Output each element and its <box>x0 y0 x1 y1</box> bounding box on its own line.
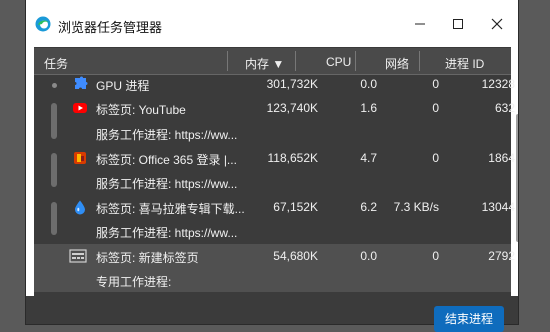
end-process-button[interactable]: 结束进程 <box>434 306 504 332</box>
column-header-pid[interactable]: 进程 ID <box>445 55 484 72</box>
vertical-scrollbar[interactable] <box>514 96 518 324</box>
table-row[interactable]: 标签页: 新建标签页 54,680K 0.0 0 2792 <box>34 244 515 268</box>
pid-value: 13044 <box>481 200 515 214</box>
column-divider[interactable] <box>295 51 296 71</box>
network-value: 7.3 KB/s <box>393 200 439 214</box>
task-name: 服务工作进程: https://ww... <box>96 226 238 240</box>
task-name: 服务工作进程: https://ww... <box>96 177 238 191</box>
office-icon <box>74 152 86 164</box>
table-row[interactable]: GPU 进程 301,732K 0.0 0 12328 <box>34 72 515 96</box>
column-header-task[interactable]: 任务 <box>44 55 68 72</box>
task-name: 标签页: Office 365 登录 |... <box>96 153 237 167</box>
pid-value: 1864 <box>488 151 515 165</box>
close-icon <box>491 18 503 30</box>
memory-value: 301,732K <box>266 77 318 91</box>
minimize-icon <box>415 23 425 25</box>
cpu-value: 0.0 <box>360 249 377 263</box>
memory-value: 54,680K <box>273 249 318 263</box>
process-table: 任务 内存 ▼ CPU 网络 进程 ID GPU 进程 301,732K 0.0… <box>34 47 518 324</box>
pid-value: 12328 <box>481 77 515 91</box>
maximize-button[interactable] <box>443 11 473 37</box>
table-row[interactable]: 服务工作进程: https://ww... <box>34 219 511 243</box>
new-tab-icon <box>69 249 87 263</box>
pid-value: 632 <box>494 101 515 115</box>
column-divider[interactable] <box>419 51 420 71</box>
table-row[interactable]: 标签页: YouTube 123,740K 1.6 0 632 <box>34 96 515 120</box>
cpu-value: 4.7 <box>360 151 377 165</box>
edge-icon <box>35 16 51 32</box>
youtube-icon <box>73 103 87 113</box>
close-button[interactable] <box>482 11 512 37</box>
task-name: 标签页: 喜马拉雅专辑下载... <box>96 202 245 216</box>
minimize-button[interactable] <box>405 11 435 37</box>
table-row[interactable]: 专用工作进程: <box>34 268 511 292</box>
droplet-icon <box>75 200 85 215</box>
network-value: 0 <box>432 249 439 263</box>
network-value: 0 <box>432 151 439 165</box>
task-name: 服务工作进程: https://ww... <box>96 128 238 142</box>
table-header: 任务 内存 ▼ CPU 网络 进程 ID <box>34 48 511 75</box>
cpu-value: 6.2 <box>360 200 377 214</box>
table-row[interactable]: 服务工作进程: https://ww... <box>34 121 511 145</box>
task-manager-window: 浏览器任务管理器 任务 内存 ▼ CPU 网络 进程 ID GPU 进程 301… <box>26 0 518 324</box>
memory-value: 67,152K <box>273 200 318 214</box>
table-row[interactable]: 标签页: 喜马拉雅专辑下载... 67,152K 6.2 7.3 KB/s 13… <box>34 195 515 219</box>
cpu-value: 0.0 <box>360 77 377 91</box>
cpu-value: 1.6 <box>360 101 377 115</box>
table-row[interactable]: 服务工作进程: https://ww... <box>34 170 511 194</box>
pid-value: 2792 <box>488 249 515 263</box>
memory-value: 118,652K <box>267 151 319 165</box>
network-value: 0 <box>432 77 439 91</box>
column-header-cpu[interactable]: CPU <box>326 55 351 69</box>
task-name: 标签页: 新建标签页 <box>96 251 199 265</box>
column-divider[interactable] <box>227 51 228 71</box>
window-title: 浏览器任务管理器 <box>58 20 163 35</box>
task-name: 专用工作进程: <box>96 275 172 289</box>
column-header-memory[interactable]: 内存 ▼ <box>245 55 284 72</box>
memory-value: 123,740K <box>266 101 318 115</box>
puzzle-icon <box>75 76 88 89</box>
scrollbar-thumb[interactable] <box>516 114 518 242</box>
network-value: 0 <box>432 101 439 115</box>
title-bar[interactable]: 浏览器任务管理器 <box>26 0 518 47</box>
maximize-icon <box>453 19 463 29</box>
task-name: GPU 进程 <box>96 79 150 93</box>
table-row[interactable]: 标签页: Office 365 登录 |... 118,652K 4.7 0 1… <box>34 146 515 170</box>
column-divider[interactable] <box>355 51 356 71</box>
task-name: 标签页: YouTube <box>96 103 186 117</box>
column-header-network[interactable]: 网络 <box>385 55 409 72</box>
